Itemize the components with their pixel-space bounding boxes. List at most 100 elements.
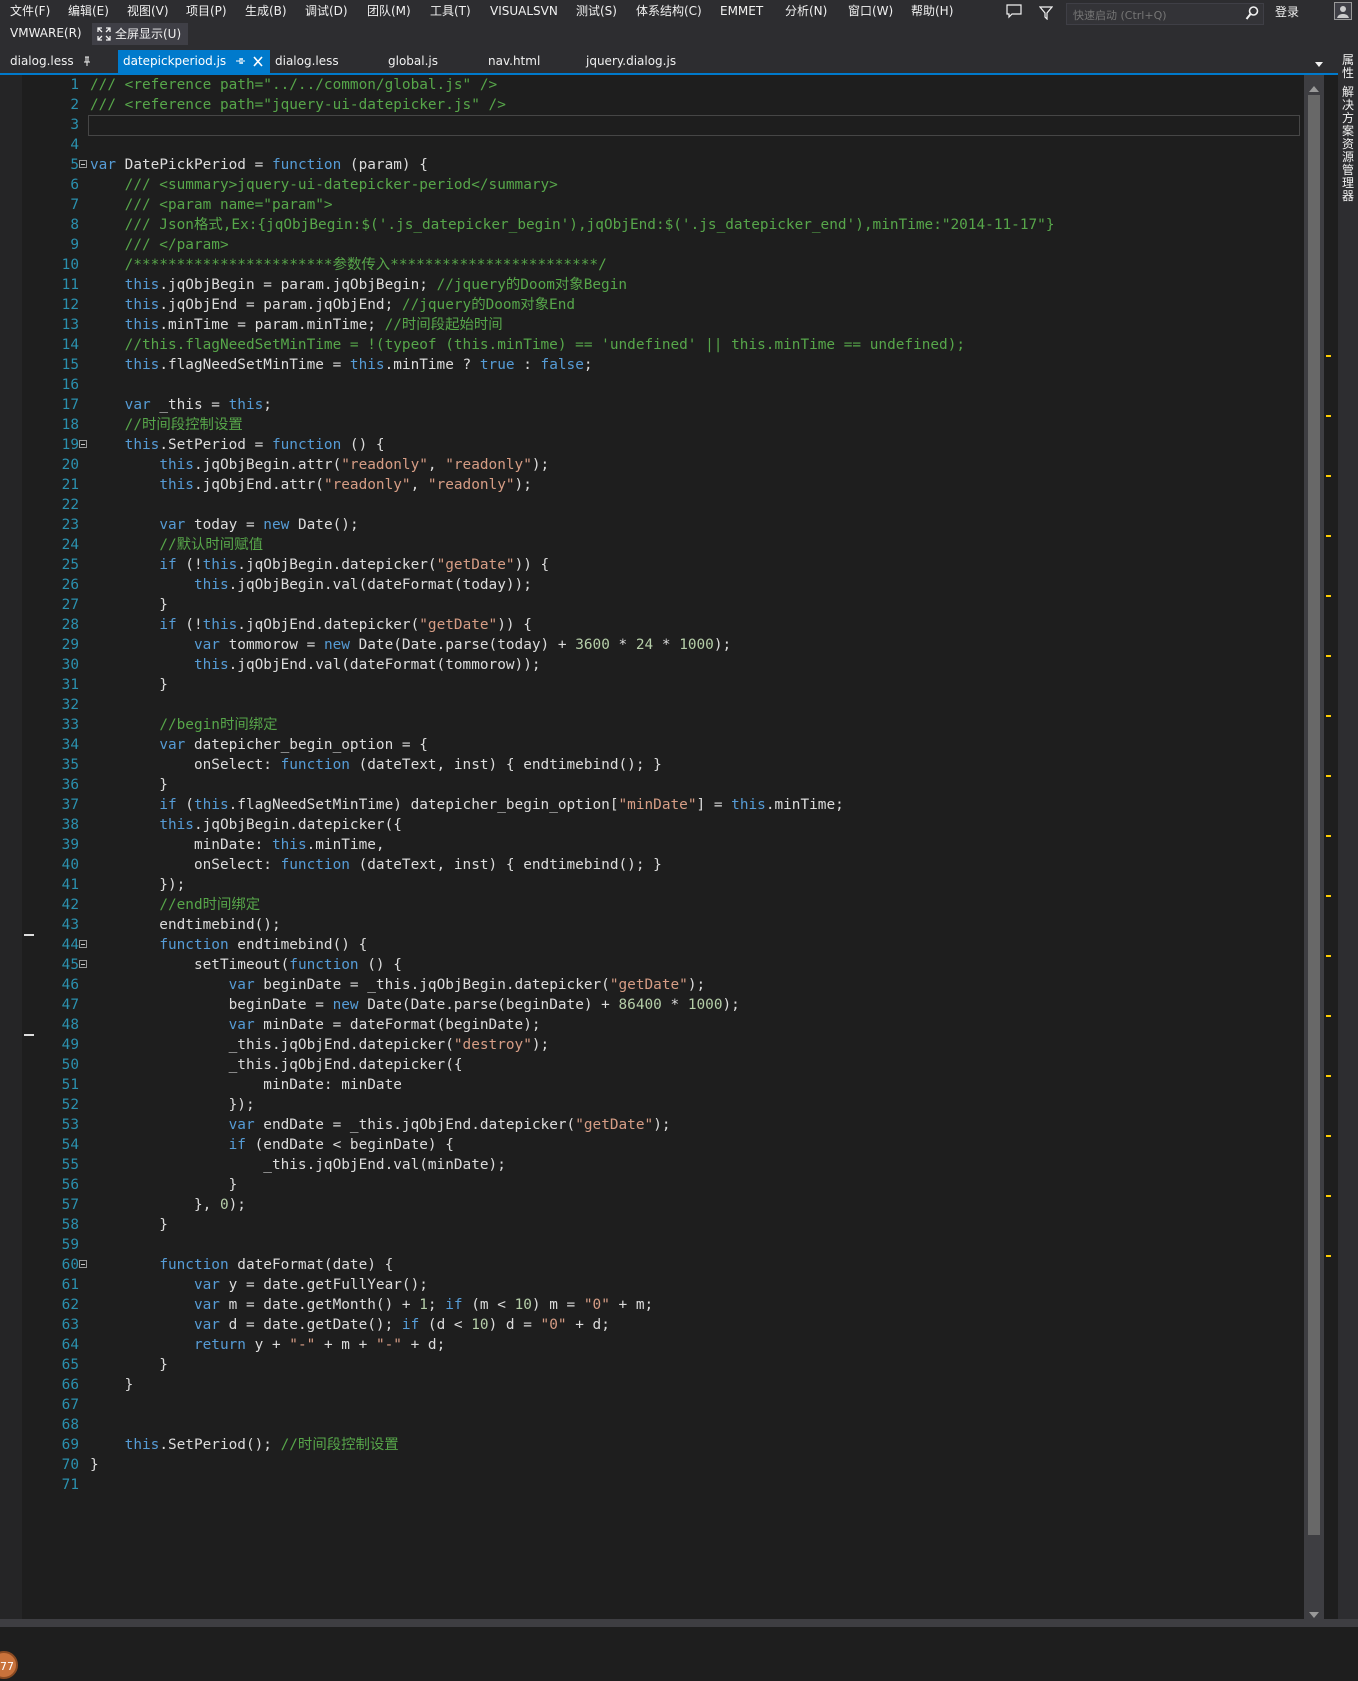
fold-toggle-icon[interactable] — [79, 1260, 87, 1268]
menu-tools[interactable]: 工具(T) — [430, 2, 471, 20]
code-line[interactable]: 63 var d = date.getDate(); if (d < 10) d… — [0, 1315, 1300, 1335]
code-line[interactable]: 26 this.jqObjBegin.val(dateFormat(today)… — [0, 575, 1300, 595]
tab-dialog-less[interactable]: dialog.less — [0, 50, 118, 73]
tab-dialog-less-2[interactable]: dialog.less — [270, 50, 370, 73]
code-line[interactable]: 59 — [0, 1235, 1300, 1255]
code-line[interactable]: 40 onSelect: function (dateText, inst) {… — [0, 855, 1300, 875]
code-line[interactable]: 60 function dateFormat(date) { — [0, 1255, 1300, 1275]
feedback-icon[interactable] — [1006, 4, 1022, 23]
code-line[interactable]: 58 } — [0, 1215, 1300, 1235]
menu-visualsvn[interactable]: VISUALSVN — [490, 2, 558, 20]
code-line[interactable]: 38 this.jqObjBegin.datepicker({ — [0, 815, 1300, 835]
code-line[interactable]: 27 } — [0, 595, 1300, 615]
dock-tab-properties[interactable]: 属性 — [1339, 54, 1357, 80]
code-line[interactable]: 48 var minDate = dateFormat(beginDate); — [0, 1015, 1300, 1035]
code-line[interactable]: 70} — [0, 1455, 1300, 1475]
code-line[interactable]: 56 } — [0, 1175, 1300, 1195]
scrollbar-thumb[interactable] — [1308, 95, 1320, 1535]
vertical-scrollbar[interactable] — [1304, 75, 1324, 1619]
code-line[interactable]: 61 var y = date.getFullYear(); — [0, 1275, 1300, 1295]
code-line[interactable]: 1 /// <reference path="../../common/globa… — [0, 75, 1300, 95]
menu-help[interactable]: 帮助(H) — [911, 2, 953, 20]
menu-emmet[interactable]: EMMET — [720, 2, 763, 20]
menu-project[interactable]: 项目(P) — [186, 2, 227, 20]
code-line[interactable]: 16 — [0, 375, 1300, 395]
code-line[interactable]: 19 this.SetPeriod = function () { — [0, 435, 1300, 455]
code-line[interactable]: 47 beginDate = new Date(Date.parse(begin… — [0, 995, 1300, 1015]
code-line[interactable]: 50 _this.jqObjEnd.datepicker({ — [0, 1055, 1300, 1075]
code-line[interactable]: 15 this.flagNeedSetMinTime = this.minTim… — [0, 355, 1300, 375]
menu-file[interactable]: 文件(F) — [10, 2, 50, 20]
code-line[interactable]: 43 endtimebind(); — [0, 915, 1300, 935]
code-line[interactable]: 31 } — [0, 675, 1300, 695]
search-icon[interactable] — [1245, 5, 1259, 25]
code-line[interactable]: 5 var DatePickPeriod = function (param) { — [0, 155, 1300, 175]
menu-window[interactable]: 窗口(W) — [848, 2, 893, 20]
zoom-badge[interactable]: 77 — [0, 1651, 18, 1679]
account-icon[interactable] — [1334, 2, 1352, 24]
code-line[interactable]: 53 var endDate = _this.jqObjEnd.datepick… — [0, 1115, 1300, 1135]
code-line[interactable]: 18 //时间段控制设置 — [0, 415, 1300, 435]
menu-team[interactable]: 团队(M) — [367, 2, 411, 20]
menu-view[interactable]: 视图(V) — [127, 2, 169, 20]
code-line[interactable]: 49 _this.jqObjEnd.datepicker("destroy"); — [0, 1035, 1300, 1055]
code-line[interactable]: 17 var _this = this; — [0, 395, 1300, 415]
code-line[interactable]: 11 this.jqObjBegin = param.jqObjBegin; /… — [0, 275, 1300, 295]
tab-global-js[interactable]: global.js — [370, 50, 480, 73]
code-line[interactable]: 69 this.SetPeriod(); //时间段控制设置 — [0, 1435, 1300, 1455]
code-line[interactable]: 7 /// <param name="param"> — [0, 195, 1300, 215]
code-editor[interactable]: 1 /// <reference path="../../common/globa… — [0, 75, 1304, 1679]
code-line[interactable]: 35 onSelect: function (dateText, inst) {… — [0, 755, 1300, 775]
dock-tab-solution-explorer[interactable]: 解决方案资源管理器 — [1339, 86, 1357, 203]
code-line[interactable]: 33 //begin时间绑定 — [0, 715, 1300, 735]
filter-icon[interactable] — [1038, 5, 1054, 24]
code-line[interactable]: 23 var today = new Date(); — [0, 515, 1300, 535]
fold-toggle-icon[interactable] — [79, 940, 87, 948]
code-line[interactable]: 67 — [0, 1395, 1300, 1415]
code-line[interactable]: 12 this.jqObjEnd = param.jqObjEnd; //jqu… — [0, 295, 1300, 315]
code-line[interactable]: 36 } — [0, 775, 1300, 795]
code-line[interactable]: 6 /// <summary>jquery-ui-datepicker-peri… — [0, 175, 1300, 195]
code-line[interactable]: 9 /// </param> — [0, 235, 1300, 255]
code-line[interactable]: 52 }); — [0, 1095, 1300, 1115]
code-line[interactable]: 37 if (this.flagNeedSetMinTime) datepich… — [0, 795, 1300, 815]
code-line[interactable]: 22 — [0, 495, 1300, 515]
code-line[interactable]: 44 function endtimebind() { — [0, 935, 1300, 955]
code-line[interactable]: 14 //this.flagNeedSetMinTime = !(typeof … — [0, 335, 1300, 355]
code-line[interactable]: 20 this.jqObjBegin.attr("readonly", "rea… — [0, 455, 1300, 475]
code-line[interactable]: 13 this.minTime = param.minTime; //时间段起始… — [0, 315, 1300, 335]
code-line[interactable]: 25 if (!this.jqObjBegin.datepicker("getD… — [0, 555, 1300, 575]
code-line[interactable]: 65 } — [0, 1355, 1300, 1375]
code-line[interactable]: 54 if (endDate < beginDate) { — [0, 1135, 1300, 1155]
code-line[interactable]: 42 //end时间绑定 — [0, 895, 1300, 915]
fold-toggle-icon[interactable] — [79, 440, 87, 448]
code-line[interactable]: 34 var datepicher_begin_option = { — [0, 735, 1300, 755]
signin-link[interactable]: 登录 — [1275, 3, 1299, 21]
menu-vmware[interactable]: VMWARE(R) — [10, 24, 82, 42]
code-line[interactable]: 29 var tommorow = new Date(Date.parse(to… — [0, 635, 1300, 655]
tab-jquery-dialog-js[interactable]: jquery.dialog.js — [580, 50, 710, 73]
fold-toggle-icon[interactable] — [79, 160, 87, 168]
code-line[interactable]: 64 return y + "-" + m + "-" + d; — [0, 1335, 1300, 1355]
code-line[interactable]: 10 /***********************参数传入*********… — [0, 255, 1300, 275]
code-line[interactable]: 68 — [0, 1415, 1300, 1435]
menu-architecture[interactable]: 体系结构(C) — [636, 2, 702, 20]
fold-toggle-icon[interactable] — [79, 960, 87, 968]
code-line[interactable]: 4 — [0, 135, 1300, 155]
code-line[interactable]: 2 /// <reference path="jquery-ui-datepick… — [0, 95, 1300, 115]
code-line[interactable]: 62 var m = date.getMonth() + 1; if (m < … — [0, 1295, 1300, 1315]
code-line[interactable]: 8 /// Json格式,Ex:{jqObjBegin:$('.js_datep… — [0, 215, 1300, 235]
code-line[interactable]: 46 var beginDate = _this.jqObjBegin.date… — [0, 975, 1300, 995]
code-line[interactable]: 57 }, 0); — [0, 1195, 1300, 1215]
fullscreen-button[interactable]: 全屏显示(U) — [92, 23, 189, 45]
tab-dropdown-icon[interactable] — [1313, 55, 1325, 74]
code-line[interactable]: 71 — [0, 1475, 1300, 1495]
tab-nav-html[interactable]: nav.html — [480, 50, 580, 73]
code-line[interactable]: 24 //默认时间赋值 — [0, 535, 1300, 555]
code-line[interactable]: 45 setTimeout(function () { — [0, 955, 1300, 975]
code-line[interactable]: 51 minDate: minDate — [0, 1075, 1300, 1095]
code-line[interactable]: 3 — [0, 115, 1300, 136]
code-line[interactable]: 30 this.jqObjEnd.val(dateFormat(tommorow… — [0, 655, 1300, 675]
code-line[interactable]: 55 _this.jqObjEnd.val(minDate); — [0, 1155, 1300, 1175]
code-line[interactable]: 32 — [0, 695, 1300, 715]
